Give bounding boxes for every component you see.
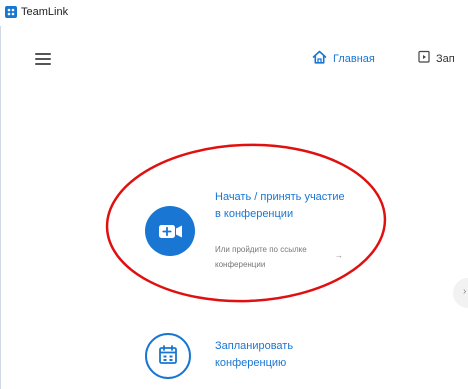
tab-home[interactable]: Главная [312,50,375,68]
schedule-conference-title[interactable]: Запланировать конференцию [215,338,335,372]
hamburger-menu-icon [35,63,51,65]
teamlink-logo-icon [5,6,17,18]
window-left-border [0,26,1,389]
schedule-conference-button[interactable] [145,333,191,379]
tab-schedule[interactable]: Зап [418,50,455,68]
join-conference-button[interactable] [145,206,195,256]
join-conference-title[interactable]: Начать / принять участие в конференции [215,189,345,223]
home-icon [312,50,327,69]
hamburger-menu-icon [35,58,51,60]
join-by-link-hint[interactable]: Или пройдите по ссылке конференции [215,242,350,272]
calendar-icon [418,50,430,68]
schedule-conference-card[interactable]: Запланировать конференцию [145,330,345,384]
arrow-right-icon: → [335,251,343,260]
chevron-right-icon: › [463,286,467,297]
calendar-icon [159,345,177,364]
tab-home-label: Главная [333,53,375,65]
hamburger-menu-icon [35,53,51,55]
app-title: TeamLink [21,6,69,18]
join-conference-card[interactable]: Начать / принять участие в конференции И… [145,185,360,280]
next-slide-button[interactable]: › [453,278,468,308]
tab-schedule-label: Зап [436,53,455,65]
hamburger-menu-button[interactable] [32,50,54,68]
title-bar: TeamLink [0,0,468,26]
video-camera-icon [159,225,182,238]
